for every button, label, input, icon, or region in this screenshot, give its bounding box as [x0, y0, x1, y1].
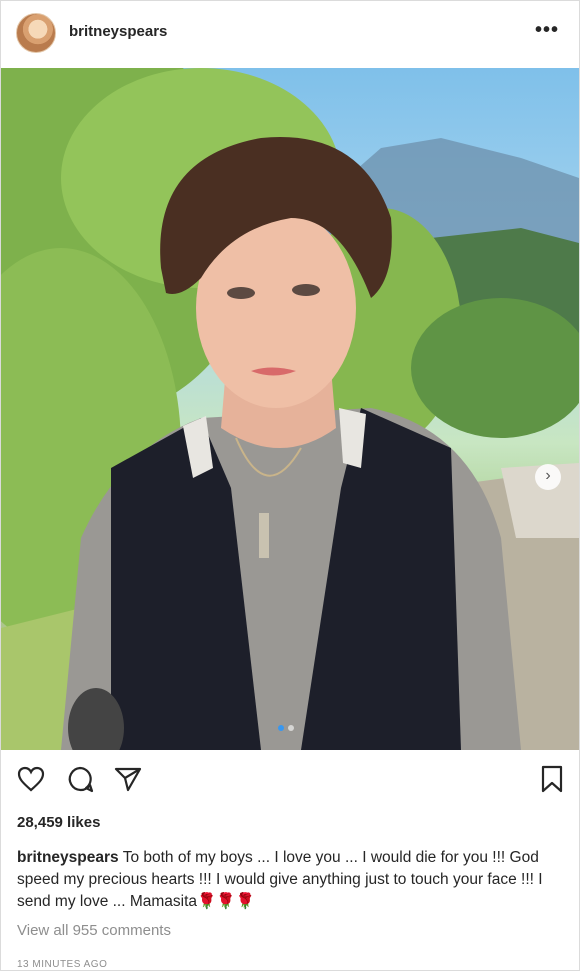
heart-icon[interactable] — [16, 764, 46, 794]
post-timestamp: 13 MINUTES AGO — [17, 959, 108, 970]
carousel-indicator — [278, 725, 294, 731]
view-comments-link[interactable]: View all 955 comments — [17, 922, 171, 939]
more-options-icon[interactable]: ••• — [535, 19, 559, 42]
caption-username[interactable]: britneyspears — [17, 849, 119, 866]
instagram-post: britneyspears ••• › 28,459 likes britney… — [0, 0, 580, 971]
post-header: britneyspears ••• — [1, 1, 579, 65]
action-bar — [1, 764, 579, 800]
avatar[interactable] — [16, 13, 56, 53]
carousel-dot-1 — [278, 725, 284, 731]
chevron-right-icon[interactable]: › — [535, 464, 561, 490]
post-photo-illustration — [1, 68, 579, 750]
carousel-dot-2 — [288, 725, 294, 731]
bookmark-icon[interactable] — [537, 764, 567, 794]
post-caption: britneyspears To both of my boys ... I l… — [17, 847, 565, 913]
post-username[interactable]: britneyspears — [69, 23, 167, 40]
post-image[interactable]: › — [1, 68, 579, 750]
comment-icon[interactable] — [65, 764, 95, 794]
paper-plane-icon[interactable] — [113, 764, 143, 794]
like-count[interactable]: 28,459 likes — [17, 814, 100, 831]
